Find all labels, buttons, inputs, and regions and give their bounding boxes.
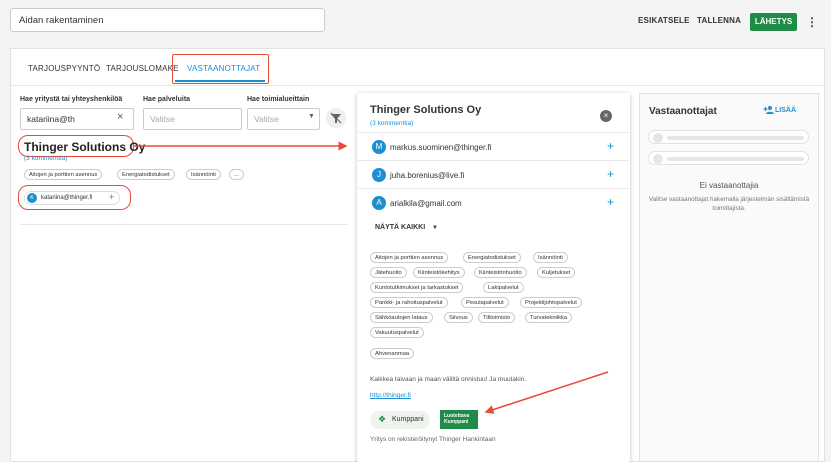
- annotation-arrow-badge: [484, 371, 609, 414]
- annotation-arrows: [134, 141, 609, 414]
